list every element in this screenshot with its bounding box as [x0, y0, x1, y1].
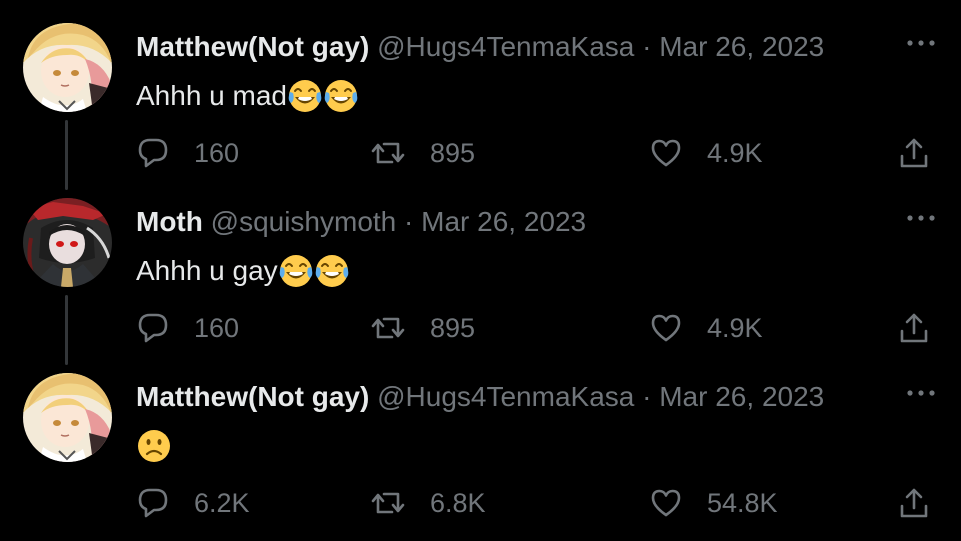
avatar[interactable]	[23, 198, 112, 287]
share-button[interactable]	[897, 485, 931, 521]
display-name[interactable]: Moth	[136, 206, 203, 237]
tweet-actions: 160 895 4.9K	[0, 135, 961, 171]
share-icon	[900, 488, 928, 518]
tweet[interactable]: Matthew(Not gay) @Hugs4TenmaKasa · Mar 2…	[0, 350, 961, 525]
reply-count: 160	[194, 137, 240, 168]
tweet[interactable]: Moth @squishymoth · Mar 26, 2023 Ahhh u …	[0, 175, 961, 365]
tweet-text-content: Ahhh u mad	[136, 80, 287, 111]
retweet-count: 895	[430, 137, 476, 168]
reply-button[interactable]: 160	[136, 310, 239, 346]
retweet-button[interactable]: 6.8K	[370, 485, 486, 521]
reply-icon	[138, 138, 168, 168]
avatar-image	[23, 23, 112, 112]
more-icon[interactable]	[905, 388, 937, 398]
avatar[interactable]	[23, 373, 112, 462]
display-name[interactable]: Matthew(Not gay)	[136, 31, 369, 62]
tweet[interactable]: Matthew(Not gay) @Hugs4TenmaKasa · Mar 2…	[0, 0, 961, 190]
avatar-image	[23, 198, 112, 287]
retweet-button[interactable]: 895	[370, 310, 475, 346]
tweet-text: Ahhh u mad	[136, 78, 359, 114]
share-button[interactable]	[897, 135, 931, 171]
separator-dot: ·	[642, 31, 652, 62]
like-button[interactable]: 4.9K	[649, 310, 763, 346]
tweet-actions: 6.2K 6.8K 54.8K	[0, 485, 961, 521]
heart-icon	[651, 139, 681, 167]
share-icon	[900, 138, 928, 168]
reply-icon	[138, 313, 168, 343]
like-count: 54.8K	[707, 487, 778, 518]
tweet-date[interactable]: Mar 26, 2023	[659, 31, 824, 62]
share-icon	[900, 313, 928, 343]
tweet-date[interactable]: Mar 26, 2023	[421, 206, 586, 237]
reply-button[interactable]: 6.2K	[136, 485, 250, 521]
face-with-tears-of-joy-icon	[278, 254, 313, 288]
reply-icon	[138, 488, 168, 518]
avatar-image	[23, 373, 112, 462]
separator-dot: ·	[642, 381, 652, 412]
reply-count: 6.2K	[194, 487, 250, 518]
reply-button[interactable]: 160	[136, 135, 239, 171]
user-handle[interactable]: @Hugs4TenmaKasa	[377, 381, 634, 412]
user-handle[interactable]: @Hugs4TenmaKasa	[377, 31, 634, 62]
more-icon[interactable]	[905, 38, 937, 48]
retweet-icon	[371, 492, 405, 514]
face-with-tears-of-joy-icon	[287, 79, 323, 113]
retweet-icon	[371, 317, 405, 339]
retweet-button[interactable]: 895	[370, 135, 475, 171]
face-with-tears-of-joy-icon	[314, 254, 349, 288]
like-count: 4.9K	[707, 137, 763, 168]
reply-count: 160	[194, 312, 240, 343]
tweet-text: Ahhh u gay	[136, 253, 350, 289]
tweet-header: Matthew(Not gay) @Hugs4TenmaKasa · Mar 2…	[136, 380, 824, 414]
separator-dot: ·	[404, 206, 414, 237]
face-with-tears-of-joy-icon	[323, 79, 359, 113]
slightly-frowning-face-icon	[136, 428, 172, 464]
more-icon[interactable]	[905, 213, 937, 223]
avatar[interactable]	[23, 23, 112, 112]
tweet-header: Matthew(Not gay) @Hugs4TenmaKasa · Mar 2…	[136, 30, 824, 64]
display-name[interactable]: Matthew(Not gay)	[136, 381, 369, 412]
retweet-count: 895	[430, 312, 476, 343]
retweet-icon	[371, 142, 405, 164]
retweet-count: 6.8K	[430, 487, 486, 518]
user-handle[interactable]: @squishymoth	[211, 206, 397, 237]
tweet-actions: 160 895 4.9K	[0, 310, 961, 346]
heart-icon	[651, 489, 681, 517]
tweet-date[interactable]: Mar 26, 2023	[659, 381, 824, 412]
tweet-header: Moth @squishymoth · Mar 26, 2023	[136, 205, 586, 239]
like-button[interactable]: 54.8K	[649, 485, 778, 521]
share-button[interactable]	[897, 310, 931, 346]
like-button[interactable]: 4.9K	[649, 135, 763, 171]
like-count: 4.9K	[707, 312, 763, 343]
tweet-text-content: Ahhh u gay	[136, 255, 278, 286]
heart-icon	[651, 314, 681, 342]
tweet-text	[136, 428, 172, 464]
